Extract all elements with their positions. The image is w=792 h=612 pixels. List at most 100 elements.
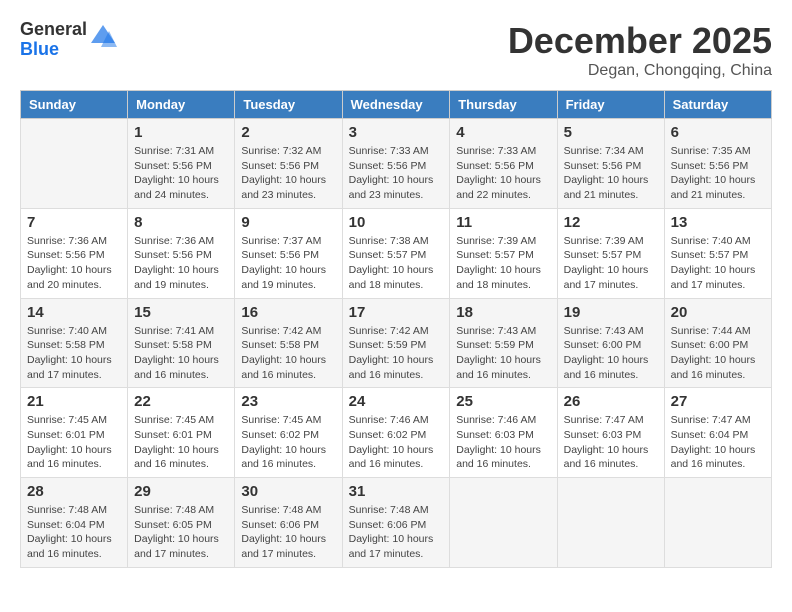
day-info: Sunrise: 7:40 AM Sunset: 5:58 PM Dayligh… <box>27 324 121 383</box>
day-number: 3 <box>349 124 444 141</box>
day-info: Sunrise: 7:34 AM Sunset: 5:56 PM Dayligh… <box>564 144 658 203</box>
week-row-4: 21 Sunrise: 7:45 AM Sunset: 6:01 PM Dayli… <box>21 388 772 478</box>
day-number: 13 <box>671 214 765 231</box>
day-info: Sunrise: 7:48 AM Sunset: 6:05 PM Dayligh… <box>134 503 228 562</box>
day-info: Sunrise: 7:42 AM Sunset: 5:59 PM Dayligh… <box>349 324 444 383</box>
day-number: 23 <box>241 393 335 410</box>
calendar-cell: 3 Sunrise: 7:33 AM Sunset: 5:56 PM Daylig… <box>342 119 450 209</box>
calendar-cell: 22 Sunrise: 7:45 AM Sunset: 6:01 PM Dayli… <box>128 388 235 478</box>
day-info: Sunrise: 7:47 AM Sunset: 6:04 PM Dayligh… <box>671 413 765 472</box>
calendar-cell: 4 Sunrise: 7:33 AM Sunset: 5:56 PM Daylig… <box>450 119 557 209</box>
day-info: Sunrise: 7:45 AM Sunset: 6:01 PM Dayligh… <box>134 413 228 472</box>
day-number: 18 <box>456 304 550 321</box>
day-info: Sunrise: 7:33 AM Sunset: 5:56 PM Dayligh… <box>456 144 550 203</box>
day-number: 28 <box>27 483 121 500</box>
day-info: Sunrise: 7:31 AM Sunset: 5:56 PM Dayligh… <box>134 144 228 203</box>
calendar-cell <box>21 119 128 209</box>
title-block: December 2025 Degan, Chongqing, China <box>508 20 772 80</box>
calendar-cell: 1 Sunrise: 7:31 AM Sunset: 5:56 PM Daylig… <box>128 119 235 209</box>
day-number: 11 <box>456 214 550 231</box>
week-row-5: 28 Sunrise: 7:48 AM Sunset: 6:04 PM Dayli… <box>21 478 772 568</box>
day-info: Sunrise: 7:39 AM Sunset: 5:57 PM Dayligh… <box>564 234 658 293</box>
calendar-cell: 2 Sunrise: 7:32 AM Sunset: 5:56 PM Daylig… <box>235 119 342 209</box>
day-number: 20 <box>671 304 765 321</box>
day-info: Sunrise: 7:36 AM Sunset: 5:56 PM Dayligh… <box>134 234 228 293</box>
day-number: 22 <box>134 393 228 410</box>
calendar-cell: 21 Sunrise: 7:45 AM Sunset: 6:01 PM Dayli… <box>21 388 128 478</box>
column-header-wednesday: Wednesday <box>342 91 450 119</box>
calendar-cell: 9 Sunrise: 7:37 AM Sunset: 5:56 PM Daylig… <box>235 208 342 298</box>
calendar-cell: 26 Sunrise: 7:47 AM Sunset: 6:03 PM Dayli… <box>557 388 664 478</box>
location-subtitle: Degan, Chongqing, China <box>508 62 772 80</box>
calendar-cell: 16Sunrise: 7:42 AM Sunset: 5:58 PM Dayli… <box>235 298 342 388</box>
day-info: Sunrise: 7:48 AM Sunset: 6:06 PM Dayligh… <box>241 503 335 562</box>
calendar-cell <box>450 478 557 568</box>
day-info: Sunrise: 7:40 AM Sunset: 5:57 PM Dayligh… <box>671 234 765 293</box>
day-number: 2 <box>241 124 335 141</box>
day-number: 10 <box>349 214 444 231</box>
day-number: 25 <box>456 393 550 410</box>
day-info: Sunrise: 7:43 AM Sunset: 5:59 PM Dayligh… <box>456 324 550 383</box>
day-number: 1 <box>134 124 228 141</box>
calendar-table: SundayMondayTuesdayWednesdayThursdayFrid… <box>20 90 772 568</box>
day-info: Sunrise: 7:45 AM Sunset: 6:01 PM Dayligh… <box>27 413 121 472</box>
day-info: Sunrise: 7:46 AM Sunset: 6:02 PM Dayligh… <box>349 413 444 472</box>
logo-general: General <box>20 20 87 40</box>
day-number: 17 <box>349 304 444 321</box>
day-info: Sunrise: 7:48 AM Sunset: 6:06 PM Dayligh… <box>349 503 444 562</box>
day-number: 26 <box>564 393 658 410</box>
calendar-cell: 24Sunrise: 7:46 AM Sunset: 6:02 PM Dayli… <box>342 388 450 478</box>
day-number: 4 <box>456 124 550 141</box>
day-number: 30 <box>241 483 335 500</box>
day-info: Sunrise: 7:43 AM Sunset: 6:00 PM Dayligh… <box>564 324 658 383</box>
day-number: 12 <box>564 214 658 231</box>
calendar-cell: 12 Sunrise: 7:39 AM Sunset: 5:57 PM Dayli… <box>557 208 664 298</box>
calendar-cell: 19 Sunrise: 7:43 AM Sunset: 6:00 PM Dayli… <box>557 298 664 388</box>
calendar-cell <box>664 478 771 568</box>
header-row: SundayMondayTuesdayWednesdayThursdayFrid… <box>21 91 772 119</box>
calendar-cell: 20 Sunrise: 7:44 AM Sunset: 6:00 PM Dayli… <box>664 298 771 388</box>
logo: General Blue <box>20 20 117 60</box>
day-number: 16 <box>241 304 335 321</box>
day-info: Sunrise: 7:47 AM Sunset: 6:03 PM Dayligh… <box>564 413 658 472</box>
day-number: 29 <box>134 483 228 500</box>
calendar-cell: 15 Sunrise: 7:41 AM Sunset: 5:58 PM Dayli… <box>128 298 235 388</box>
day-info: Sunrise: 7:48 AM Sunset: 6:04 PM Dayligh… <box>27 503 121 562</box>
logo-icon <box>89 23 117 56</box>
day-number: 9 <box>241 214 335 231</box>
day-info: Sunrise: 7:35 AM Sunset: 5:56 PM Dayligh… <box>671 144 765 203</box>
day-info: Sunrise: 7:41 AM Sunset: 5:58 PM Dayligh… <box>134 324 228 383</box>
column-header-tuesday: Tuesday <box>235 91 342 119</box>
calendar-cell: 13 Sunrise: 7:40 AM Sunset: 5:57 PM Dayli… <box>664 208 771 298</box>
calendar-cell: 25 Sunrise: 7:46 AM Sunset: 6:03 PM Dayli… <box>450 388 557 478</box>
day-info: Sunrise: 7:38 AM Sunset: 5:57 PM Dayligh… <box>349 234 444 293</box>
calendar-cell: 23 Sunrise: 7:45 AM Sunset: 6:02 PM Dayli… <box>235 388 342 478</box>
day-number: 5 <box>564 124 658 141</box>
calendar-cell: 17 Sunrise: 7:42 AM Sunset: 5:59 PM Dayli… <box>342 298 450 388</box>
column-header-saturday: Saturday <box>664 91 771 119</box>
day-number: 31 <box>349 483 444 500</box>
calendar-cell: 11 Sunrise: 7:39 AM Sunset: 5:57 PM Dayli… <box>450 208 557 298</box>
day-number: 15 <box>134 304 228 321</box>
day-info: Sunrise: 7:37 AM Sunset: 5:56 PM Dayligh… <box>241 234 335 293</box>
calendar-cell: 6Sunrise: 7:35 AM Sunset: 5:56 PM Daylig… <box>664 119 771 209</box>
month-title: December 2025 <box>508 20 772 62</box>
day-number: 14 <box>27 304 121 321</box>
day-info: Sunrise: 7:45 AM Sunset: 6:02 PM Dayligh… <box>241 413 335 472</box>
calendar-cell: 28 Sunrise: 7:48 AM Sunset: 6:04 PM Dayli… <box>21 478 128 568</box>
week-row-1: 1 Sunrise: 7:31 AM Sunset: 5:56 PM Daylig… <box>21 119 772 209</box>
day-number: 19 <box>564 304 658 321</box>
day-info: Sunrise: 7:39 AM Sunset: 5:57 PM Dayligh… <box>456 234 550 293</box>
day-info: Sunrise: 7:33 AM Sunset: 5:56 PM Dayligh… <box>349 144 444 203</box>
column-header-friday: Friday <box>557 91 664 119</box>
calendar-cell <box>557 478 664 568</box>
day-info: Sunrise: 7:32 AM Sunset: 5:56 PM Dayligh… <box>241 144 335 203</box>
calendar-cell: 30 Sunrise: 7:48 AM Sunset: 6:06 PM Dayli… <box>235 478 342 568</box>
column-header-sunday: Sunday <box>21 91 128 119</box>
day-number: 27 <box>671 393 765 410</box>
day-number: 21 <box>27 393 121 410</box>
day-info: Sunrise: 7:44 AM Sunset: 6:00 PM Dayligh… <box>671 324 765 383</box>
day-info: Sunrise: 7:46 AM Sunset: 6:03 PM Dayligh… <box>456 413 550 472</box>
column-header-thursday: Thursday <box>450 91 557 119</box>
calendar-cell: 10 Sunrise: 7:38 AM Sunset: 5:57 PM Dayli… <box>342 208 450 298</box>
